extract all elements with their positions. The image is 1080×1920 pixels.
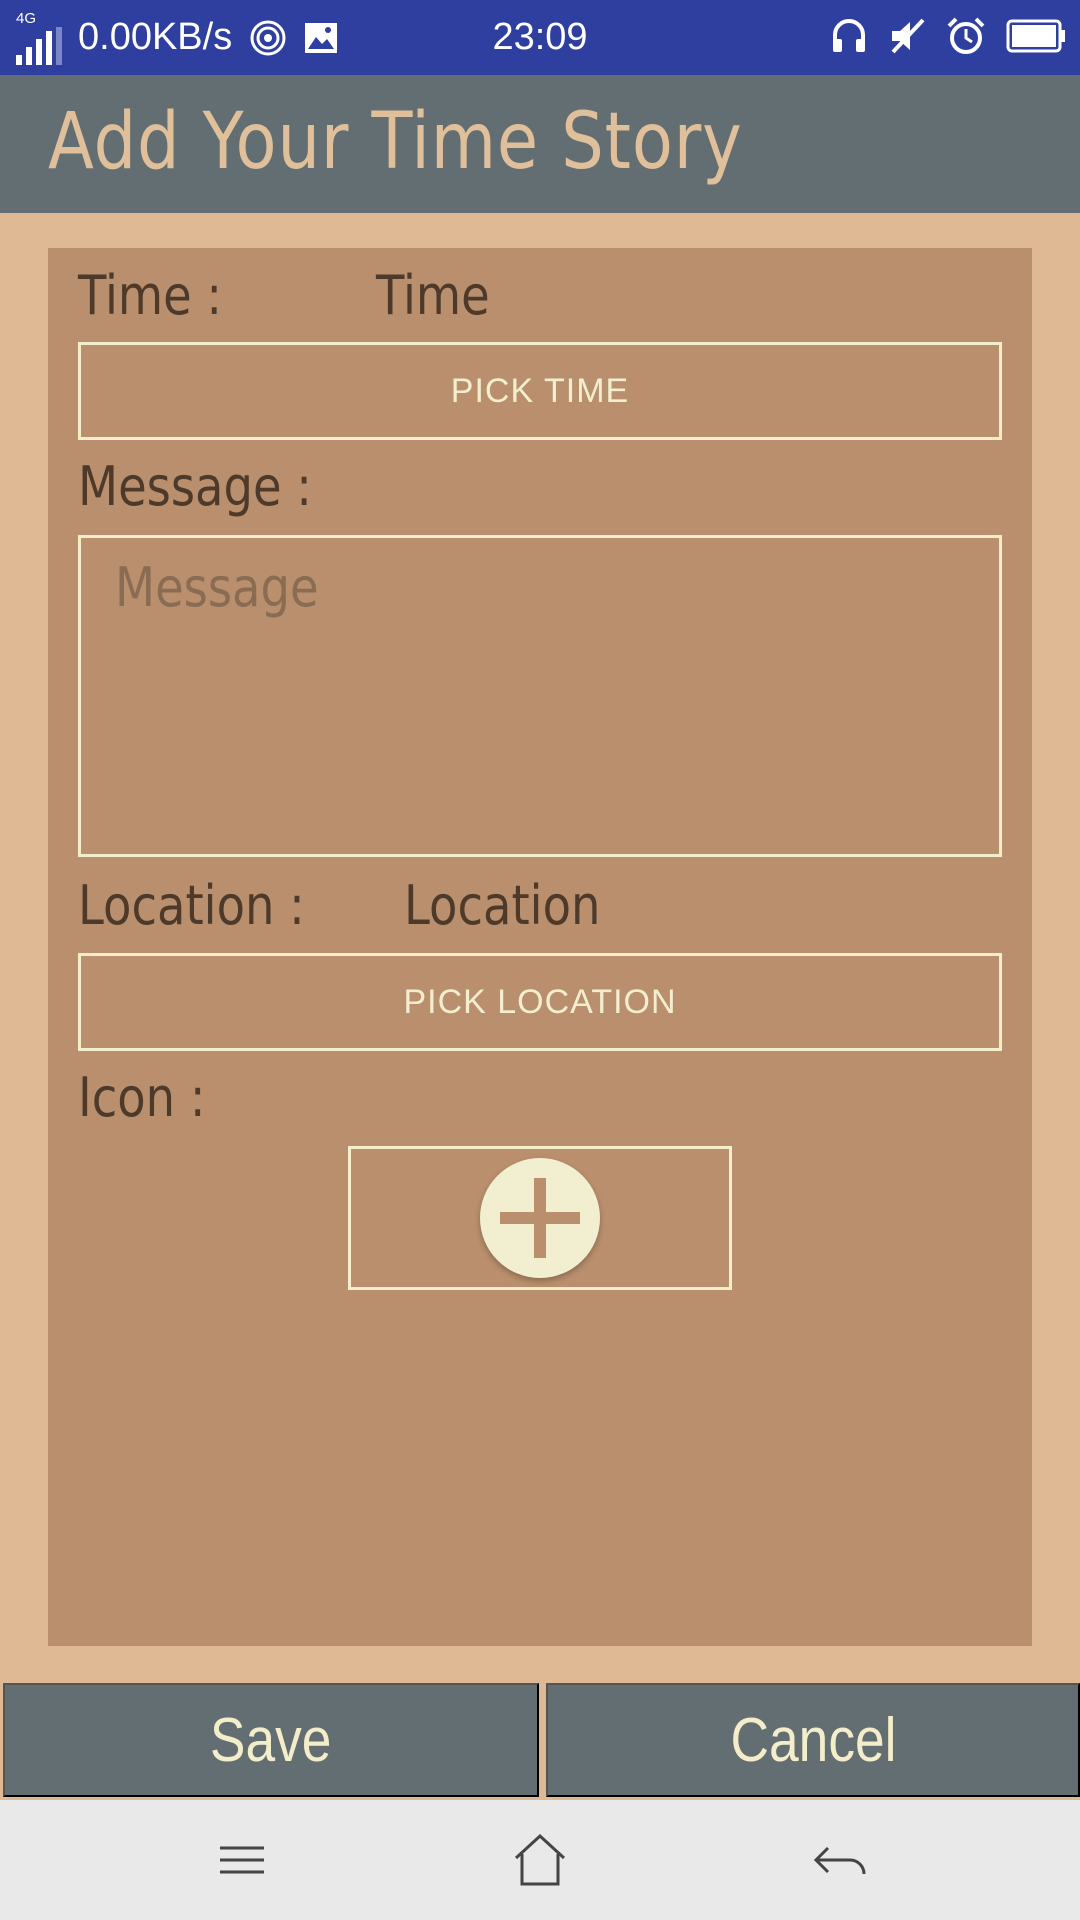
- app-toolbar: Add Your Time Story: [0, 75, 1080, 213]
- image-icon: [304, 22, 338, 54]
- location-label: Location :: [78, 874, 305, 937]
- hotspot-icon: [250, 20, 286, 56]
- icon-picker[interactable]: [348, 1146, 732, 1290]
- location-value: Location: [404, 874, 601, 937]
- system-nav-bar: [0, 1800, 1080, 1920]
- save-button[interactable]: Save: [3, 1683, 539, 1797]
- menu-icon[interactable]: [212, 1830, 272, 1890]
- message-placeholder: Message: [115, 556, 319, 619]
- status-bar-right: [830, 0, 1066, 75]
- network-type: 4G: [16, 10, 37, 27]
- signal-icon: 4G: [14, 10, 62, 65]
- status-bar: 4G 0.00KB/s 23:09: [0, 0, 1080, 75]
- battery-icon: [1006, 19, 1066, 57]
- back-icon[interactable]: [810, 1830, 870, 1890]
- headset-icon: [830, 17, 868, 59]
- pick-time-button[interactable]: PICK TIME: [78, 342, 1002, 440]
- story-form: Time : Time PICK TIME Message : Message …: [48, 248, 1032, 1646]
- pick-location-button[interactable]: PICK LOCATION: [78, 953, 1002, 1051]
- status-bar-left: 4G 0.00KB/s: [14, 0, 338, 75]
- message-label: Message :: [78, 455, 312, 518]
- network-speed: 0.00KB/s: [78, 16, 233, 58]
- alarm-icon: [946, 16, 986, 60]
- save-button-label: Save: [210, 1705, 332, 1775]
- cancel-button[interactable]: Cancel: [546, 1683, 1080, 1797]
- message-input[interactable]: Message: [78, 535, 1002, 857]
- home-icon[interactable]: [510, 1830, 570, 1890]
- page-title: Add Your Time Story: [48, 97, 743, 187]
- add-icon[interactable]: [480, 1158, 600, 1278]
- time-value: Time: [376, 264, 490, 327]
- cancel-button-label: Cancel: [730, 1705, 896, 1775]
- action-bar: Save Cancel: [0, 1680, 1080, 1800]
- time-label: Time :: [78, 264, 223, 327]
- mute-icon: [888, 17, 926, 59]
- icon-label: Icon :: [78, 1066, 206, 1129]
